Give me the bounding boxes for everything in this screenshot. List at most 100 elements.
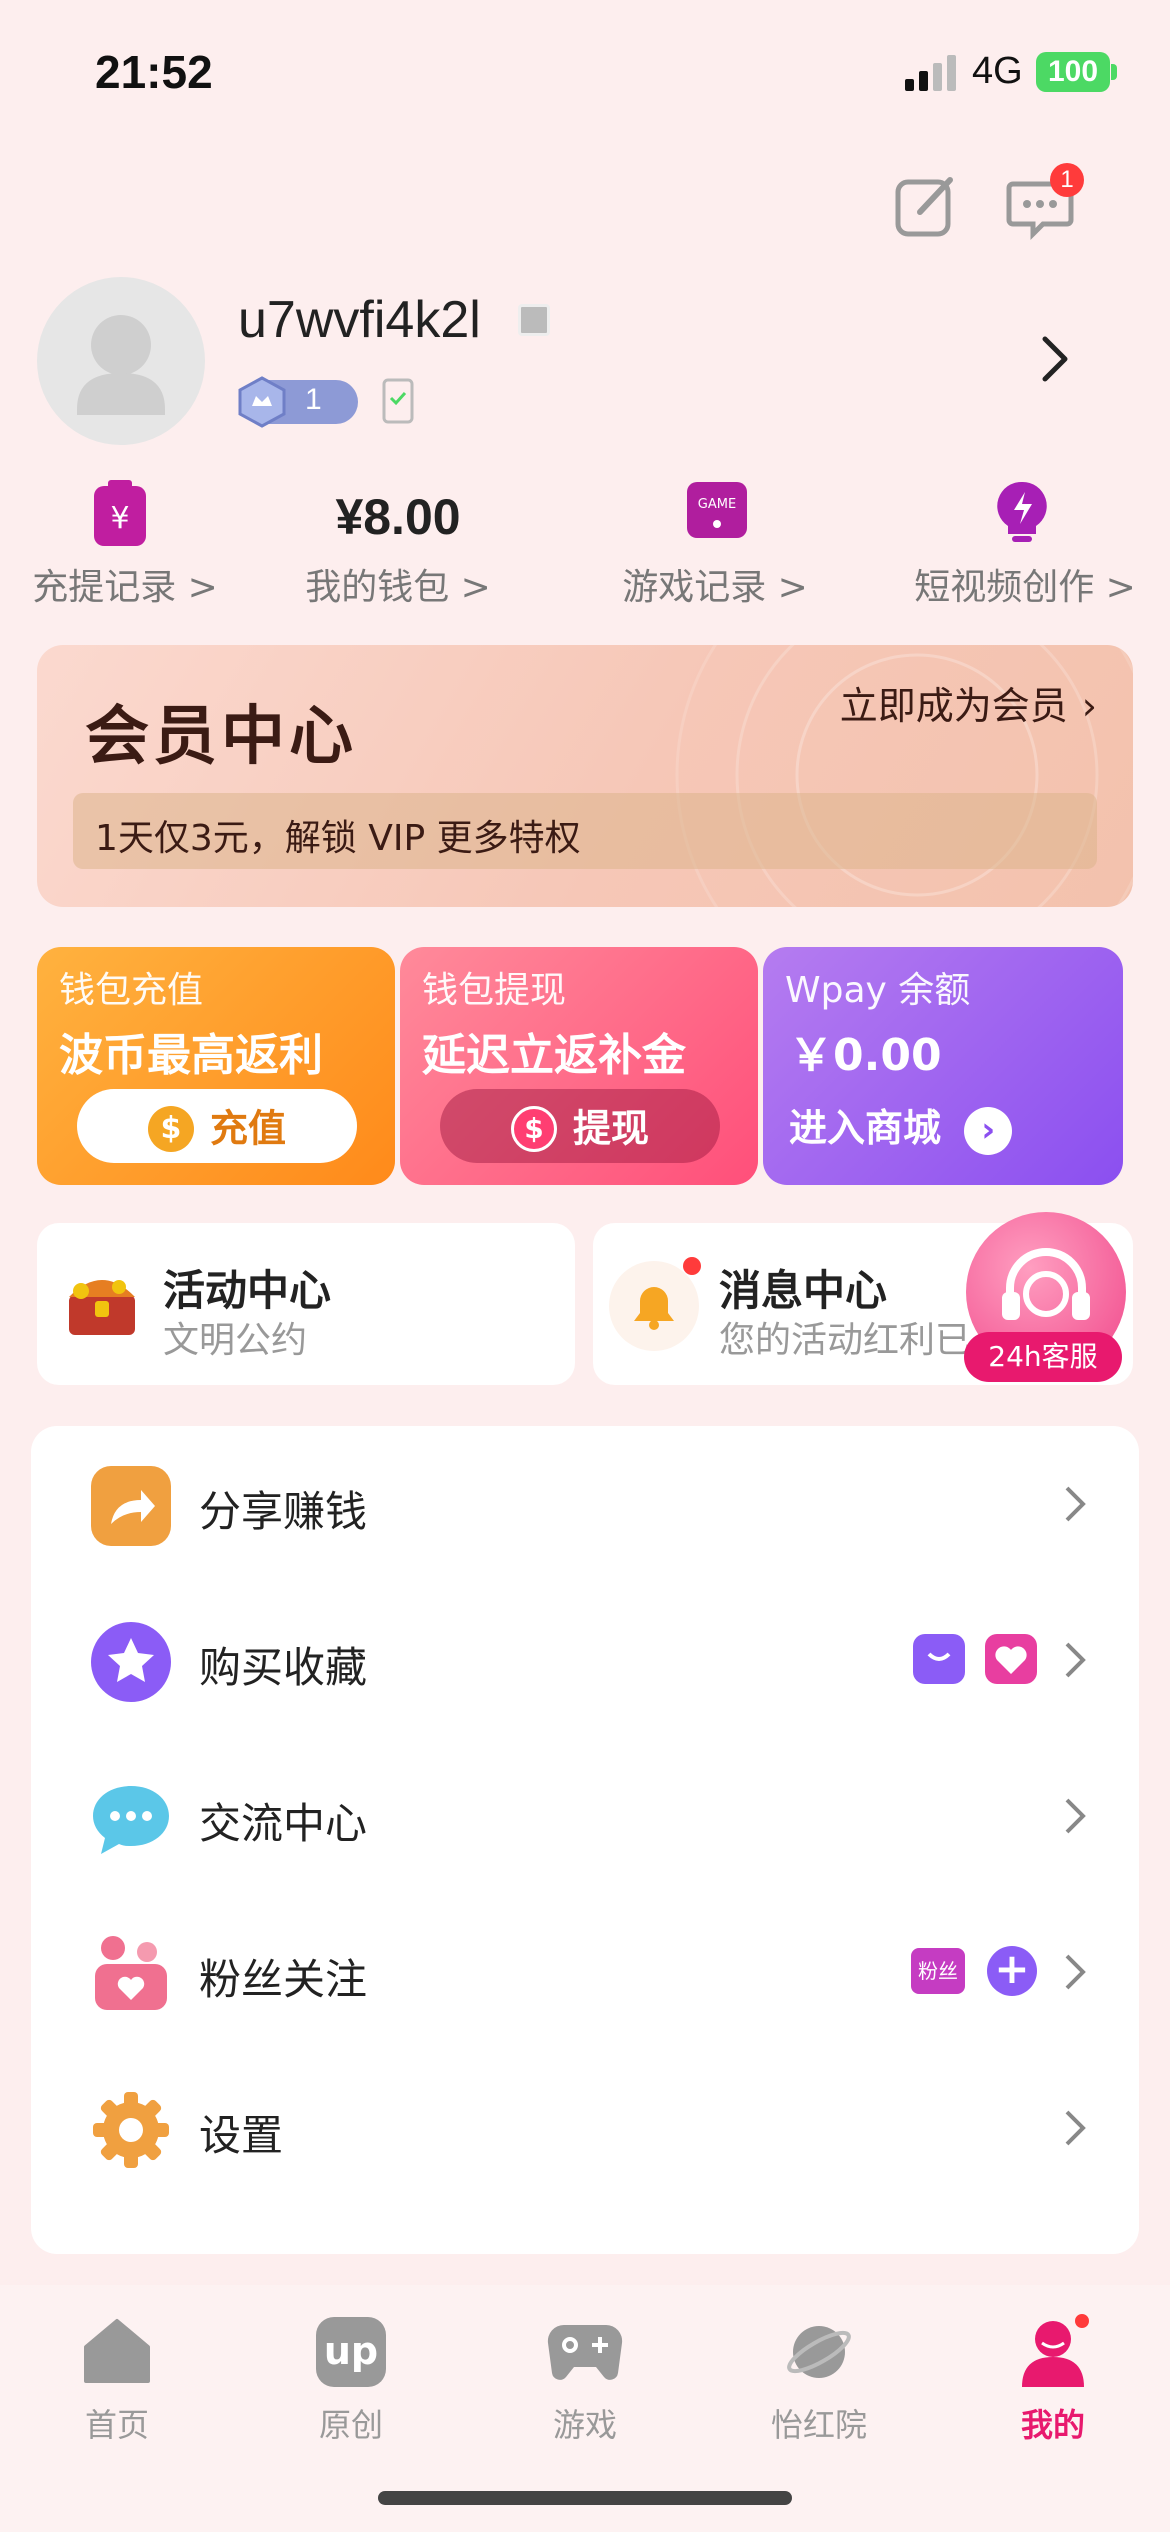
profile-chevron-icon[interactable] [1040, 334, 1070, 384]
level-number: 1 [305, 383, 322, 416]
coin-icon: $ [147, 1105, 194, 1152]
menu-label: 粉丝关注 [199, 1955, 368, 2004]
status-time: 21:52 [95, 46, 213, 98]
heart-icon [985, 1634, 1037, 1684]
tab-label: 我的 [1020, 2406, 1085, 2444]
panel-subtitle: 文明公约 [163, 1320, 308, 1361]
recharge-label: 充值 [209, 1106, 286, 1151]
tab-label: 原创 [318, 2406, 383, 2444]
menu-item-fans-follow[interactable]: 粉丝关注 粉丝 + [31, 1894, 1139, 2050]
card-wpay[interactable]: Wpay 余额 ￥0.00 进入商城 › [763, 947, 1123, 1185]
card-subtitle: 波币最高返利 [59, 1030, 323, 1081]
enter-mall-button[interactable]: 进入商城 › [789, 1097, 1013, 1155]
card-withdraw[interactable]: 钱包提现 延迟立返补金 $ 提现 [400, 947, 758, 1185]
signal-icon [905, 55, 956, 91]
menu-item-settings[interactable]: 设置 [31, 2050, 1139, 2206]
tab-games[interactable]: 游戏 [468, 2305, 702, 2455]
username: u7wvfi4k2l [238, 291, 481, 349]
wpay-balance: ￥0.00 [789, 1030, 942, 1081]
copy-icon[interactable] [518, 304, 550, 336]
card-title: 钱包提现 [422, 970, 567, 1011]
unread-dot [683, 1257, 701, 1275]
treasure-chest-icon [69, 1280, 135, 1335]
chevron-right-icon [1065, 1642, 1086, 1678]
default-avatar-icon [77, 315, 165, 415]
customer-service-label: 24h客服 [964, 1332, 1122, 1382]
chevron-right-icon [1065, 1798, 1086, 1834]
battery-indicator: 100 [1036, 52, 1110, 92]
panel-title: 活动中心 [163, 1266, 332, 1315]
quick-recharge-records[interactable]: ¥ 充提记录 > [0, 478, 255, 618]
withdraw-label: 提现 [572, 1106, 649, 1151]
avatar[interactable] [37, 277, 205, 445]
planet-icon [787, 2326, 851, 2378]
network-type: 4G [972, 50, 1023, 92]
customer-service-button[interactable]: 24h客服 [960, 1212, 1130, 1392]
quick-short-video[interactable]: 短视频创作 > [885, 478, 1165, 618]
vip-cta-label: 立即成为会员 [839, 684, 1068, 728]
enter-mall-label: 进入商城 [789, 1106, 942, 1150]
menu-item-purchase-favorite[interactable]: 购买收藏 [31, 1582, 1139, 1738]
card-title: Wpay 余额 [785, 970, 971, 1011]
vip-banner[interactable]: 会员中心 立即成为会员 › 1天仅3元，解锁 VIP 更多特权 [37, 645, 1133, 907]
tab-yihongyuan[interactable]: 怡红院 [702, 2305, 936, 2455]
vip-promo-text: 1天仅3元，解锁 VIP 更多特权 [95, 818, 581, 859]
quick-game-records[interactable]: GAME 游戏记录 > [585, 478, 845, 618]
withdraw-button[interactable]: $ 提现 [440, 1089, 720, 1163]
menu-list: 分享赚钱 购买收藏 交流中心 粉丝关注 粉丝 + 设置 [31, 1426, 1139, 2254]
star-icon [91, 1622, 171, 1702]
coin-icon: $ [510, 1105, 557, 1152]
chat-bubble-icon [93, 1786, 169, 1854]
crown-shield-icon [238, 376, 286, 428]
tab-original[interactable]: up 原创 [234, 2305, 468, 2455]
activity-center[interactable]: 活动中心 文明公约 [37, 1223, 575, 1385]
bulb-flash-icon [997, 481, 1047, 542]
up-icon: up [316, 2317, 386, 2387]
menu-label: 分享赚钱 [199, 1487, 368, 1536]
fans-tag: 粉丝 [911, 1948, 965, 1994]
quick-label: 我的钱包 > [305, 567, 491, 608]
wallet-balance: ¥8.00 [335, 489, 461, 545]
phone-verified-icon [382, 378, 414, 424]
quick-label: 充提记录 > [32, 567, 218, 608]
vip-promo-bar: 1天仅3元，解锁 VIP 更多特权 [73, 793, 1097, 869]
add-follow-icon: + [987, 1946, 1037, 1996]
home-icon [84, 2319, 150, 2383]
home-indicator [378, 2491, 792, 2505]
tab-home[interactable]: 首页 [0, 2305, 234, 2455]
bell-icon [609, 1261, 699, 1351]
game-icon: GAME [687, 482, 747, 538]
svg-text:¥: ¥ [110, 501, 129, 536]
chevron-right-icon [1065, 1954, 1086, 1990]
status-bar: 21:52 4G 100 [0, 0, 1170, 140]
card-title: 钱包充值 [59, 970, 204, 1011]
menu-label: 购买收藏 [199, 1643, 368, 1692]
vip-title: 会员中心 [85, 700, 357, 774]
share-icon [91, 1466, 171, 1546]
svg-text:GAME: GAME [698, 497, 736, 512]
tab-label: 游戏 [552, 2406, 617, 2444]
chevron-right-icon: › [1081, 684, 1097, 728]
panel-title: 消息中心 [719, 1266, 888, 1315]
edit-icon[interactable] [890, 172, 960, 242]
menu-item-share[interactable]: 分享赚钱 [31, 1426, 1139, 1582]
gear-icon [93, 2092, 169, 2168]
message-badge: 1 [1050, 163, 1084, 197]
menu-label: 设置 [199, 2111, 284, 2160]
vip-cta[interactable]: 立即成为会员 › [840, 675, 1097, 730]
menu-item-community[interactable]: 交流中心 [31, 1738, 1139, 1894]
chevron-right-icon [1065, 1486, 1086, 1522]
chevron-right-icon [1065, 2110, 1086, 2146]
arrow-right-icon: › [964, 1107, 1013, 1155]
quick-my-wallet[interactable]: ¥8.00 我的钱包 > [268, 478, 528, 618]
card-recharge[interactable]: 钱包充值 波币最高返利 $ 充值 [37, 947, 395, 1185]
tab-me[interactable]: 我的 [936, 2305, 1170, 2455]
wallet-yuan-icon: ¥ [94, 480, 146, 546]
menu-label: 交流中心 [199, 1799, 368, 1848]
fans-icon [95, 1936, 167, 2010]
card-subtitle: 延迟立返补金 [422, 1030, 686, 1081]
tab-badge-dot [1072, 2311, 1092, 2331]
bag-icon [913, 1634, 965, 1684]
recharge-button[interactable]: $ 充值 [77, 1089, 357, 1163]
tab-label: 首页 [84, 2406, 149, 2444]
